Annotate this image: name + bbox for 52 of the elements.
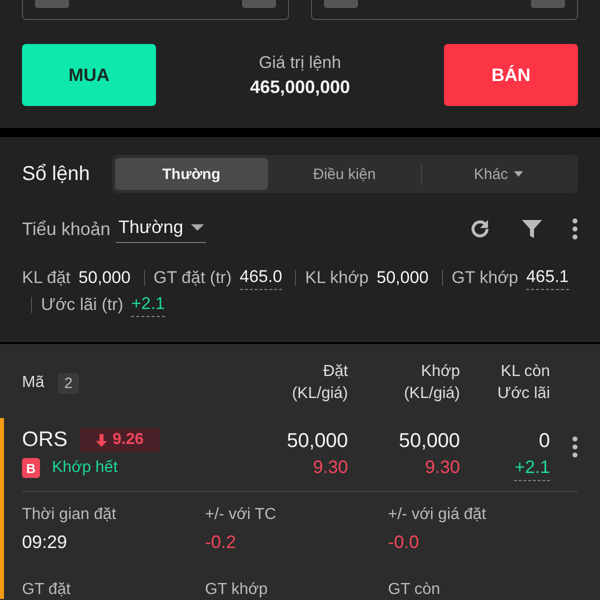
more-icon[interactable]: [572, 218, 578, 240]
summary-value: +2.1: [131, 292, 165, 317]
detail-label: GT còn: [388, 581, 442, 599]
column-header: Đặt: [323, 362, 348, 382]
filter-icon[interactable]: [520, 217, 544, 241]
section-title: Sổ lệnh: [22, 162, 90, 186]
table-cell-text: 50,000: [286, 429, 348, 454]
column-header: Mã: [22, 374, 44, 392]
detail-value: -0.0: [388, 532, 420, 553]
sell-button[interactable]: BÁN: [444, 44, 578, 106]
symbol: ORS: [22, 428, 68, 452]
detail-label: GT đặt: [22, 581, 72, 599]
order-row[interactable]: ORS 9.26 B Khớp hết 50,000 9.30 50,000 9.30 0 +2.1 Thời gian đặt 09:29 +/- với TC -0.2 +/- với giá đặt -0.0 GT đặt GT khớp GT còn: [0, 418, 600, 599]
column-header: Khớp: [421, 362, 460, 382]
summary-label: Ước lãi (tr): [41, 294, 124, 316]
summary-label: KL đặt: [22, 266, 71, 288]
summary-label: GT đặt (tr): [154, 266, 232, 288]
tab[interactable]: Điều kiện: [268, 158, 421, 190]
order-value-label: Giá trị lệnh: [258, 52, 342, 72]
tab[interactable]: Thường: [114, 158, 268, 190]
table-cell-text: 50,000: [398, 429, 460, 454]
summary-value: 50,000: [78, 266, 131, 288]
more-icon[interactable]: [572, 436, 578, 458]
table-cell-text: 9.30: [312, 456, 348, 479]
column-header: (KL/giá): [292, 384, 348, 404]
subaccount-label: Tiểu khoản: [22, 218, 110, 240]
detail-label: +/- với giá đặt: [388, 506, 488, 524]
price-change-badge: 9.26: [80, 428, 160, 452]
side-badge: B: [22, 458, 40, 478]
order-status: Khớp hết: [52, 459, 118, 477]
column-header: (KL/giá): [404, 384, 460, 404]
summary-value: 50,000: [376, 266, 429, 288]
column-header: Ước lãi: [497, 384, 550, 404]
table-cell: +2.1: [514, 454, 550, 481]
table-cell-text: 0: [538, 429, 550, 454]
detail-label: GT khớp: [205, 581, 269, 599]
subaccount-select[interactable]: Thường: [116, 215, 206, 243]
column-header: KL còn: [500, 362, 550, 382]
detail-value: 09:29: [22, 532, 68, 553]
summary-value: 465.1: [526, 265, 569, 290]
count-badge: 2: [58, 372, 79, 394]
detail-value: -0.2: [205, 532, 238, 553]
order-value: 465,000,000: [250, 76, 350, 98]
detail-label: +/- với TC: [205, 506, 278, 524]
buy-button[interactable]: MUA: [22, 44, 156, 106]
tab[interactable]: Khác: [422, 158, 575, 190]
caret-icon: [191, 224, 204, 231]
summary-label: GT khớp: [452, 266, 518, 288]
summary-label: KL khớp: [305, 266, 369, 288]
detail-label: Thời gian đặt: [22, 506, 118, 524]
summary-value: 465.0: [240, 265, 282, 290]
table-cell-text: 9.30: [424, 456, 460, 479]
